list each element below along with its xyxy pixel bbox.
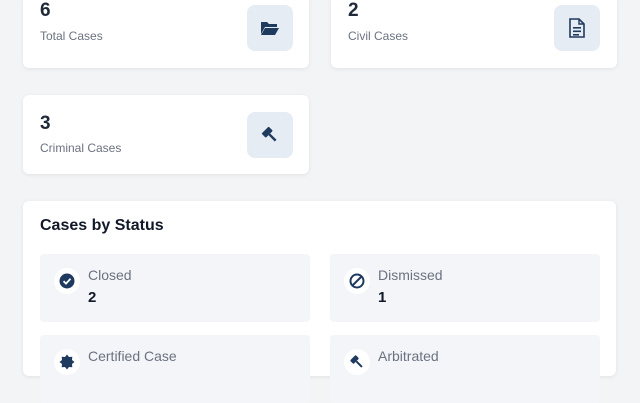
folder-open-icon <box>247 5 293 51</box>
ban-icon <box>344 268 370 294</box>
cases-by-status-card: Cases by Status Closed 2 Dismissed 1 Cer… <box>23 201 616 403</box>
status-tile-closed[interactable]: Closed 2 <box>40 254 310 322</box>
total-cases-label: Total Cases <box>40 29 103 43</box>
civil-cases-count: 2 <box>348 0 359 21</box>
gavel-icon <box>344 349 370 375</box>
section-title: Cases by Status <box>40 217 164 234</box>
status-count: 2 <box>88 289 97 306</box>
status-tile-certified[interactable]: Certified Case <box>40 335 310 403</box>
status-label: Dismissed <box>378 267 443 283</box>
check-circle-icon <box>54 268 80 294</box>
total-cases-card: 6 Total Cases <box>23 0 309 68</box>
status-tile-dismissed[interactable]: Dismissed 1 <box>330 254 600 322</box>
document-icon <box>554 5 600 51</box>
civil-cases-label: Civil Cases <box>348 29 409 43</box>
criminal-cases-card: 3 Criminal Cases <box>23 95 309 174</box>
civil-cases-card: 2 Civil Cases <box>331 0 617 68</box>
criminal-cases-label: Criminal Cases <box>40 141 122 155</box>
badge-certificate-icon <box>54 349 80 375</box>
total-cases-count: 6 <box>40 0 51 21</box>
status-label: Certified Case <box>88 348 177 364</box>
status-tile-arbitrated[interactable]: Arbitrated <box>330 335 600 403</box>
status-label: Closed <box>88 267 132 283</box>
criminal-cases-count: 3 <box>40 113 51 134</box>
status-label: Arbitrated <box>378 348 439 364</box>
gavel-icon <box>247 112 293 158</box>
status-count: 1 <box>378 289 387 306</box>
